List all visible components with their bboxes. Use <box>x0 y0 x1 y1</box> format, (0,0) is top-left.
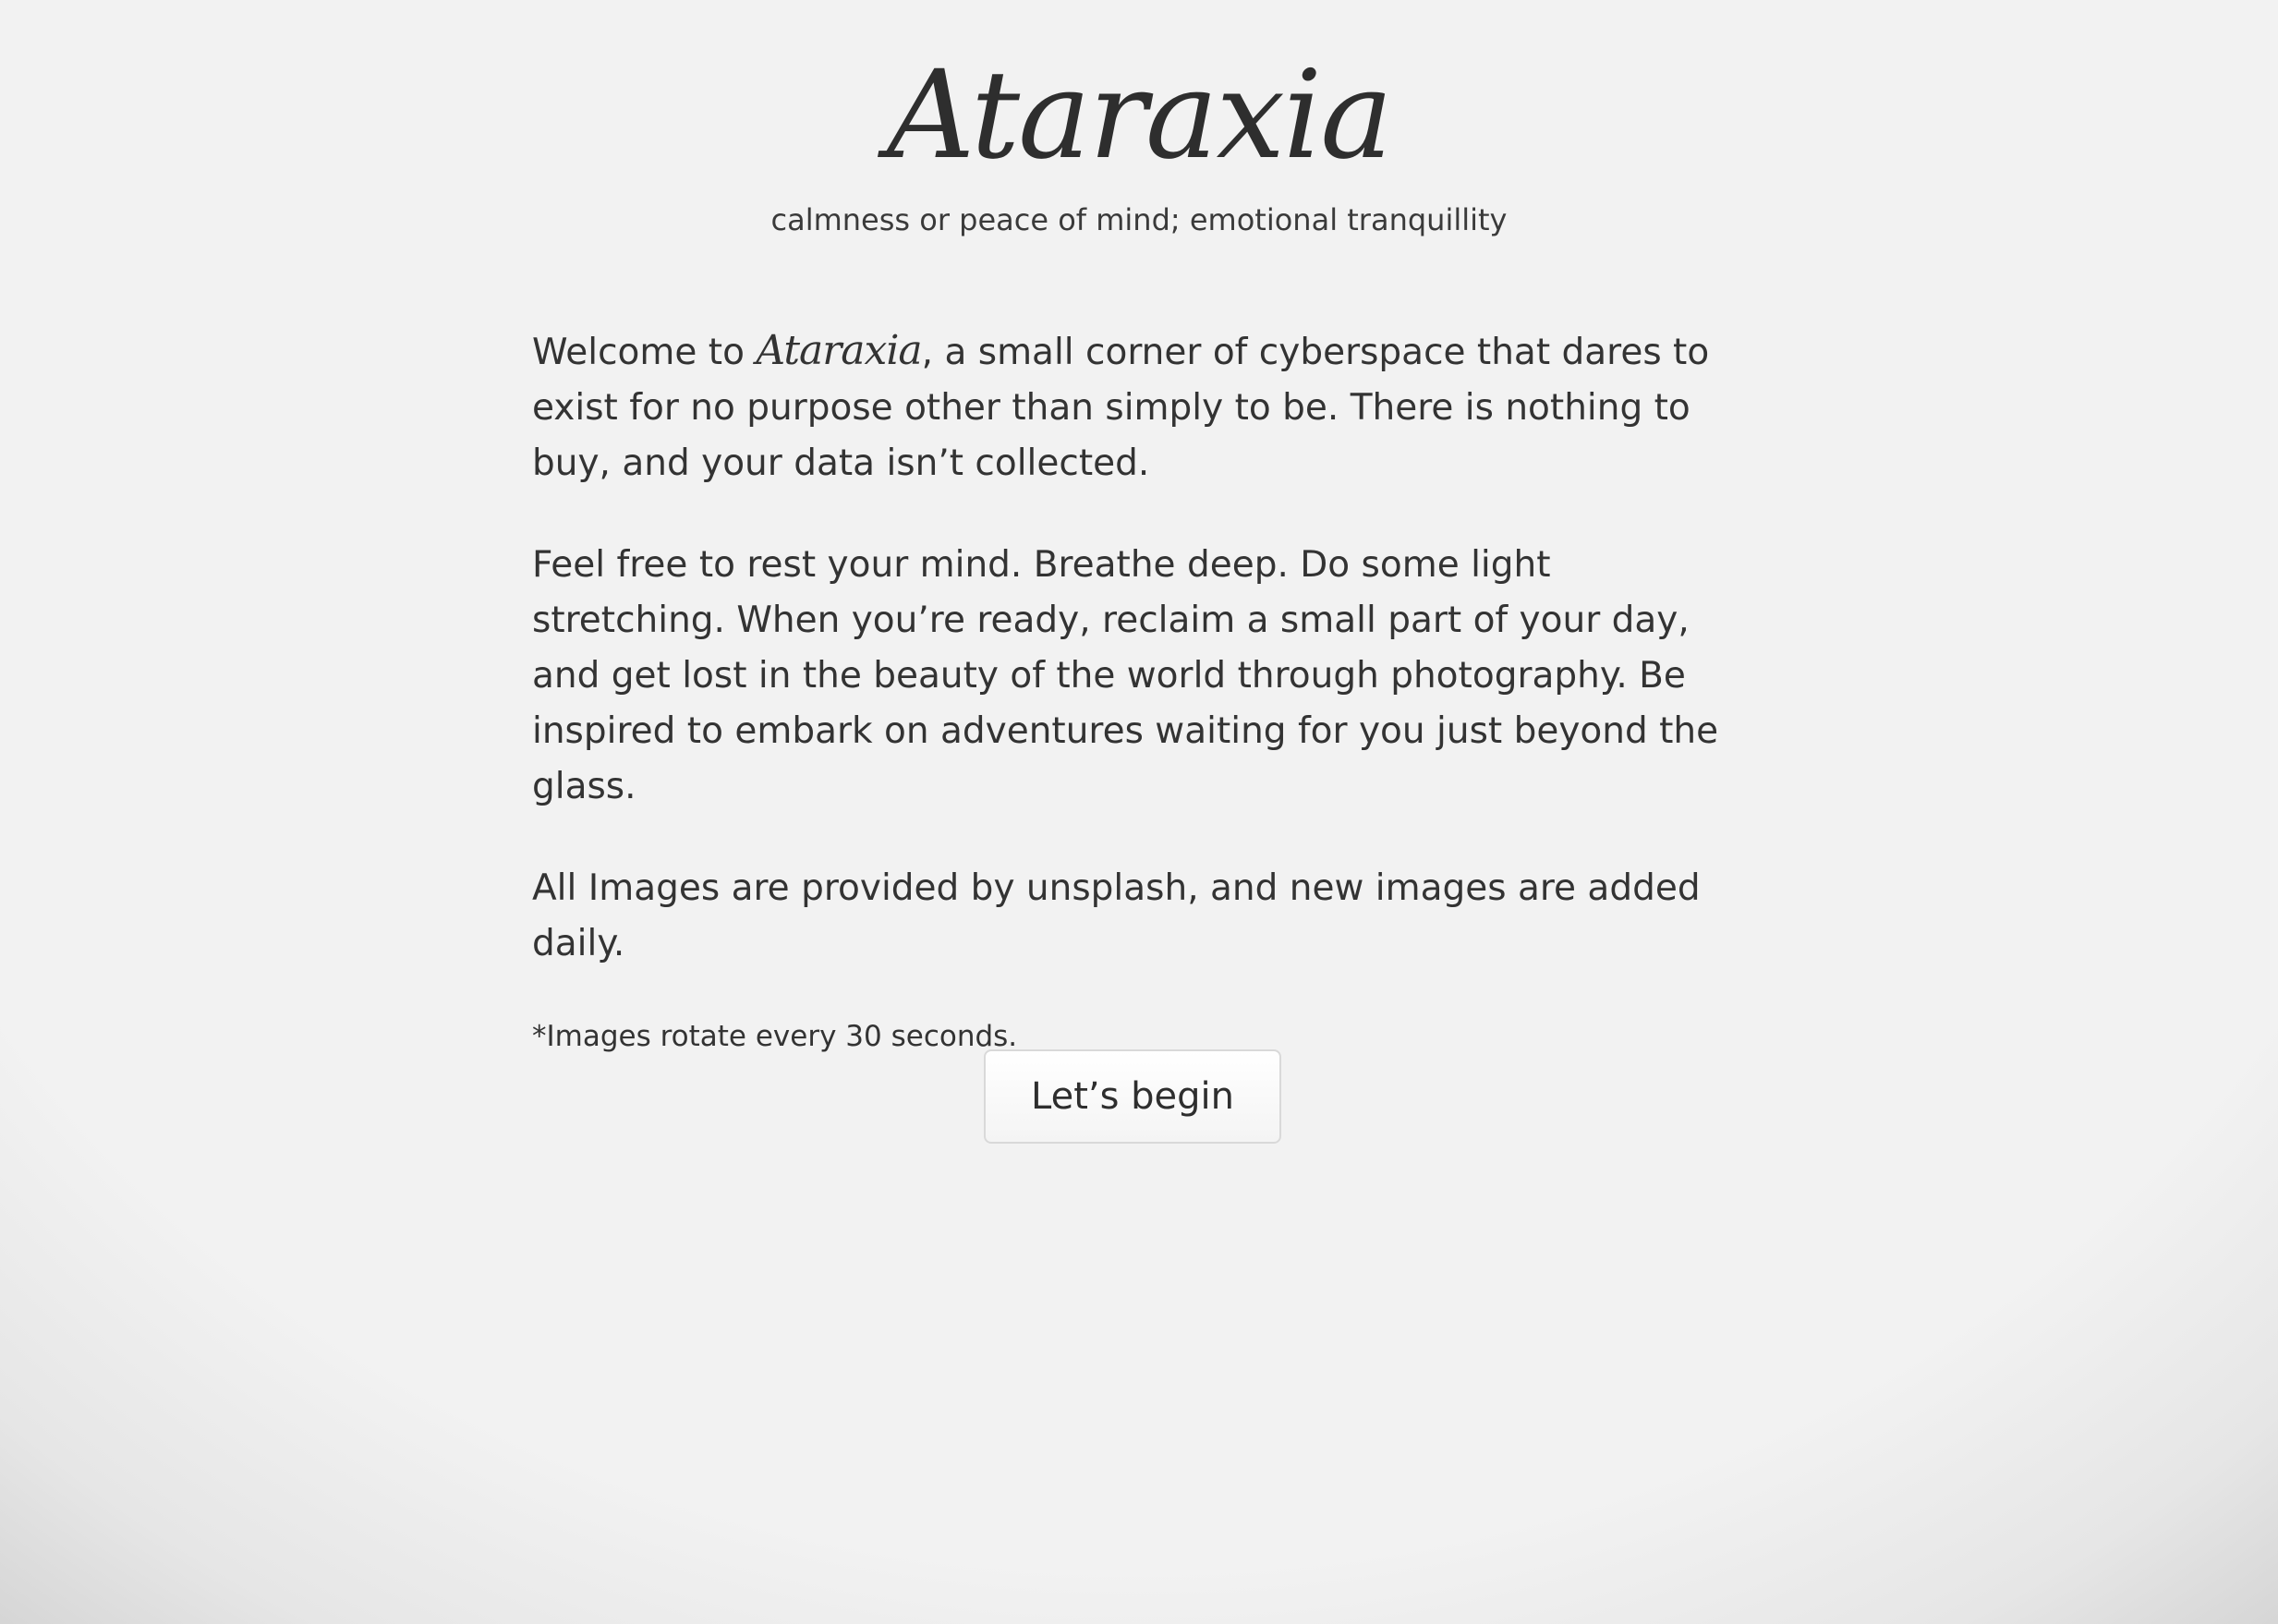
image-source-paragraph: All Images are provided by unsplash, and… <box>532 867 1701 964</box>
relax-paragraph: Feel free to rest your mind. Breathe dee… <box>532 544 1719 807</box>
site-logo: Ataraxia <box>887 44 1393 187</box>
site-tagline: calmness or peace of mind; emotional tra… <box>770 202 1508 237</box>
lets-begin-button[interactable]: Let’s begin <box>984 1049 1281 1144</box>
intro-content: Welcome to Ataraxia, a small corner of c… <box>532 323 1751 1055</box>
inline-brand-name: Ataraxia <box>756 327 922 374</box>
welcome-paragraph: Welcome to Ataraxia, a small corner of c… <box>532 323 1751 491</box>
welcome-prefix: Welcome to <box>532 332 757 373</box>
